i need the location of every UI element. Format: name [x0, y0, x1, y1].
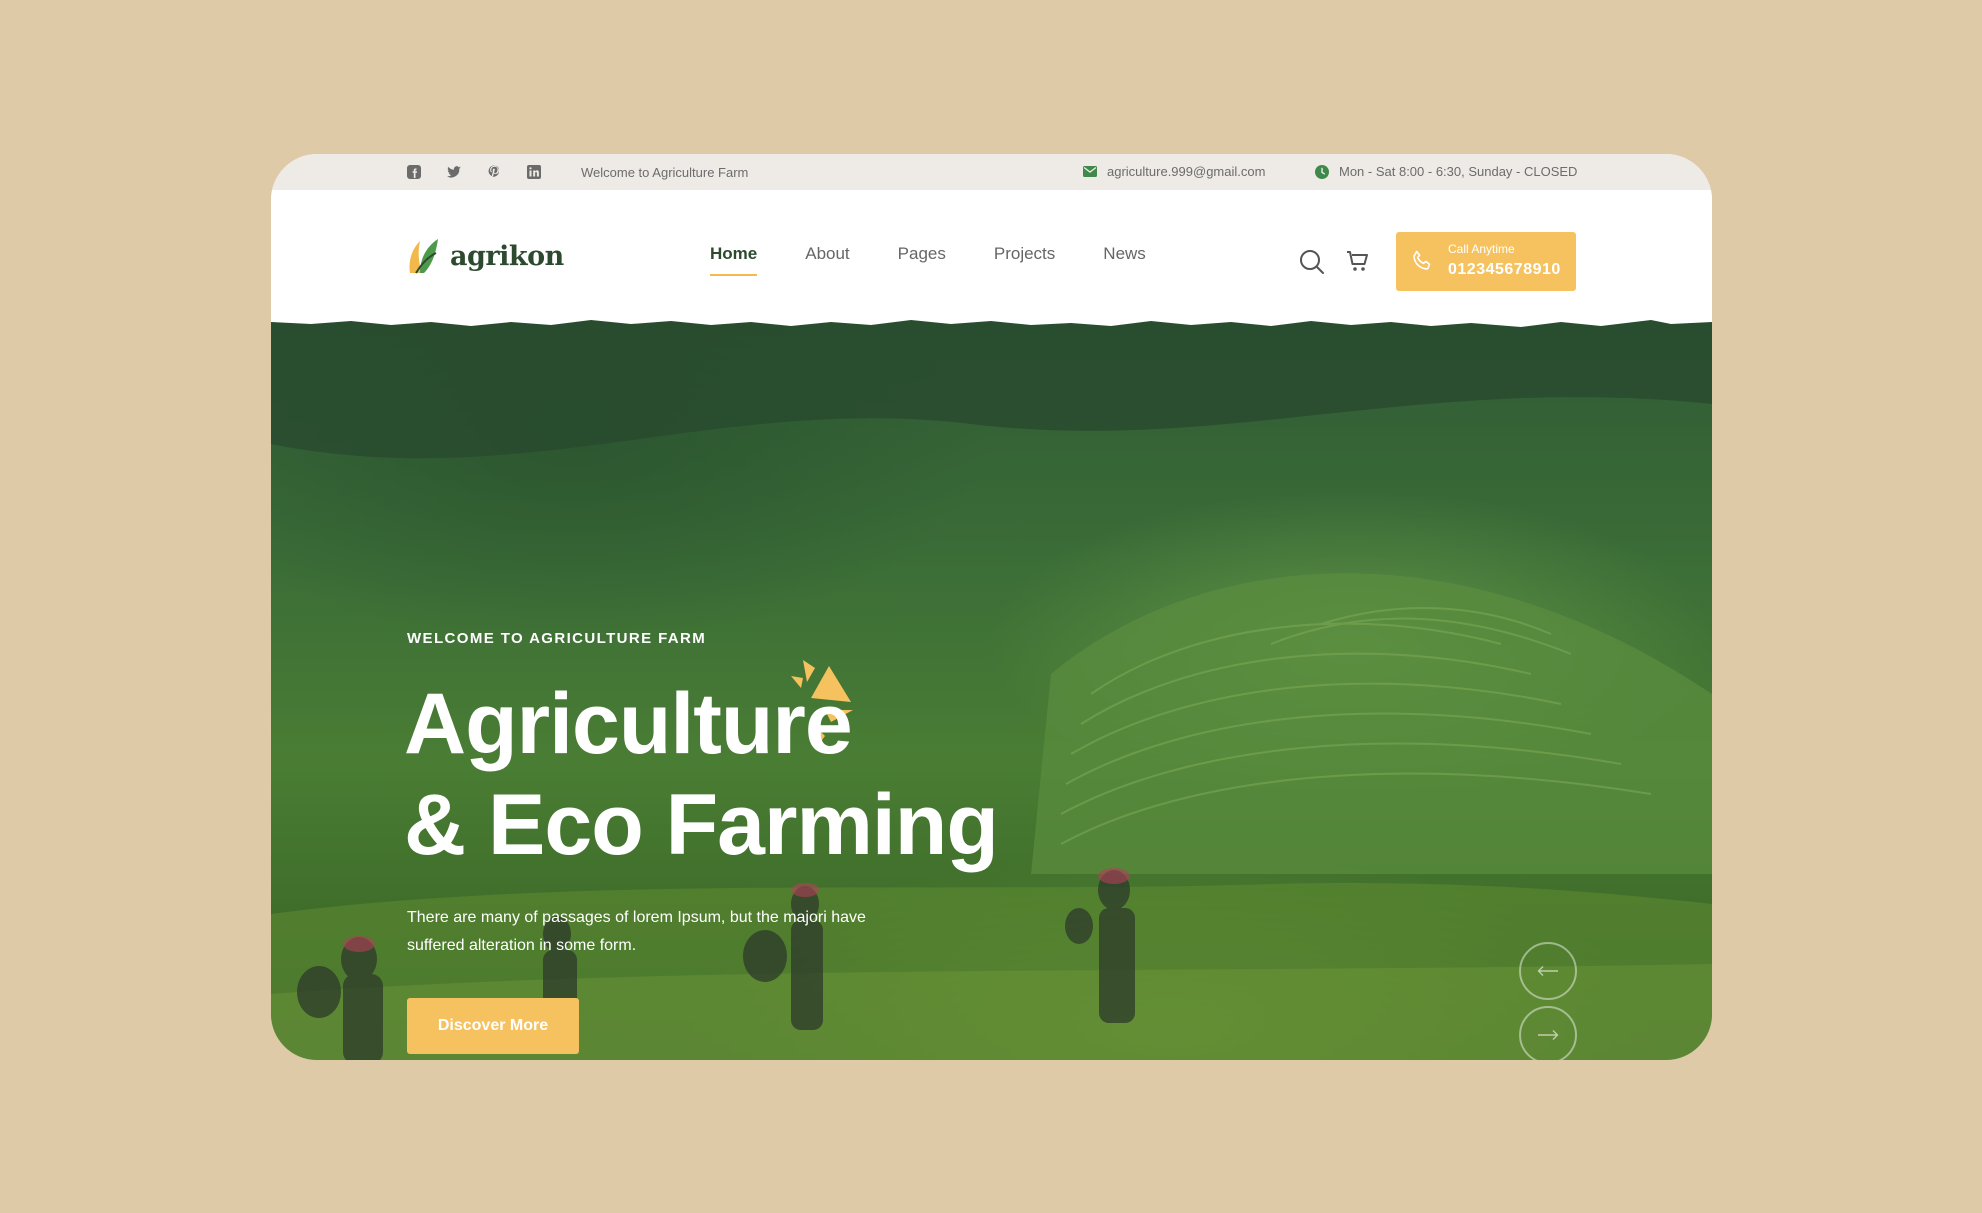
arrow-right-icon [1538, 1030, 1559, 1040]
hero-tagline: WELCOME TO AGRICULTURE FARM [407, 630, 707, 647]
page-frame: Welcome to Agriculture Farm agriculture.… [271, 154, 1712, 1060]
twitter-icon[interactable] [446, 164, 462, 180]
hero-title-line2: & Eco Farming [404, 777, 999, 873]
menu-item-news[interactable]: News [1103, 244, 1146, 264]
logo[interactable]: agrikon [406, 235, 564, 277]
social-links [406, 164, 542, 180]
discover-more-button[interactable]: Discover More [407, 998, 579, 1054]
clock-icon [1315, 164, 1329, 179]
pinterest-icon[interactable] [486, 164, 502, 180]
phone-icon [1413, 250, 1431, 270]
call-number: 012345678910 [1448, 261, 1561, 278]
hours-text: Mon - Sat 8:00 - 6:30, Sunday - CLOSED [1339, 164, 1578, 179]
slider-prev-button[interactable] [1519, 942, 1577, 1000]
linkedin-icon[interactable] [526, 164, 542, 180]
main-menu: Home About Pages Projects News [710, 244, 1146, 276]
call-anytime-button[interactable]: Call Anytime 012345678910 [1396, 232, 1576, 291]
slider-next-button[interactable] [1519, 1006, 1577, 1060]
logo-text: agrikon [450, 240, 564, 272]
top-bar: Welcome to Agriculture Farm agriculture.… [271, 154, 1712, 190]
menu-item-pages[interactable]: Pages [898, 244, 946, 264]
menu-item-projects[interactable]: Projects [994, 244, 1055, 264]
hero-title-line1: Agriculture [404, 676, 853, 772]
menu-item-about[interactable]: About [805, 244, 849, 264]
facebook-icon[interactable] [406, 164, 422, 180]
cart-icon[interactable] [1346, 249, 1370, 273]
main-header: agrikon Home About Pages Projects News C… [271, 190, 1712, 320]
hero-section: WELCOME TO AGRICULTURE FARM Agriculture … [271, 314, 1712, 1060]
hero-title: Agriculture & Eco Farming [404, 674, 999, 876]
email-text: agriculture.999@gmail.com [1107, 164, 1266, 179]
logo-leaf-icon [409, 239, 438, 274]
arrow-left-icon [1537, 966, 1558, 976]
opening-hours: Mon - Sat 8:00 - 6:30, Sunday - CLOSED [1315, 164, 1577, 179]
email-contact[interactable]: agriculture.999@gmail.com [1083, 164, 1265, 179]
hero-description: There are many of passages of lorem Ipsu… [407, 909, 866, 954]
menu-item-home[interactable]: Home [710, 244, 758, 276]
call-label: Call Anytime [1448, 242, 1515, 256]
welcome-text: Welcome to Agriculture Farm [581, 165, 749, 180]
search-icon[interactable] [1299, 249, 1325, 275]
mail-icon [1083, 166, 1097, 177]
